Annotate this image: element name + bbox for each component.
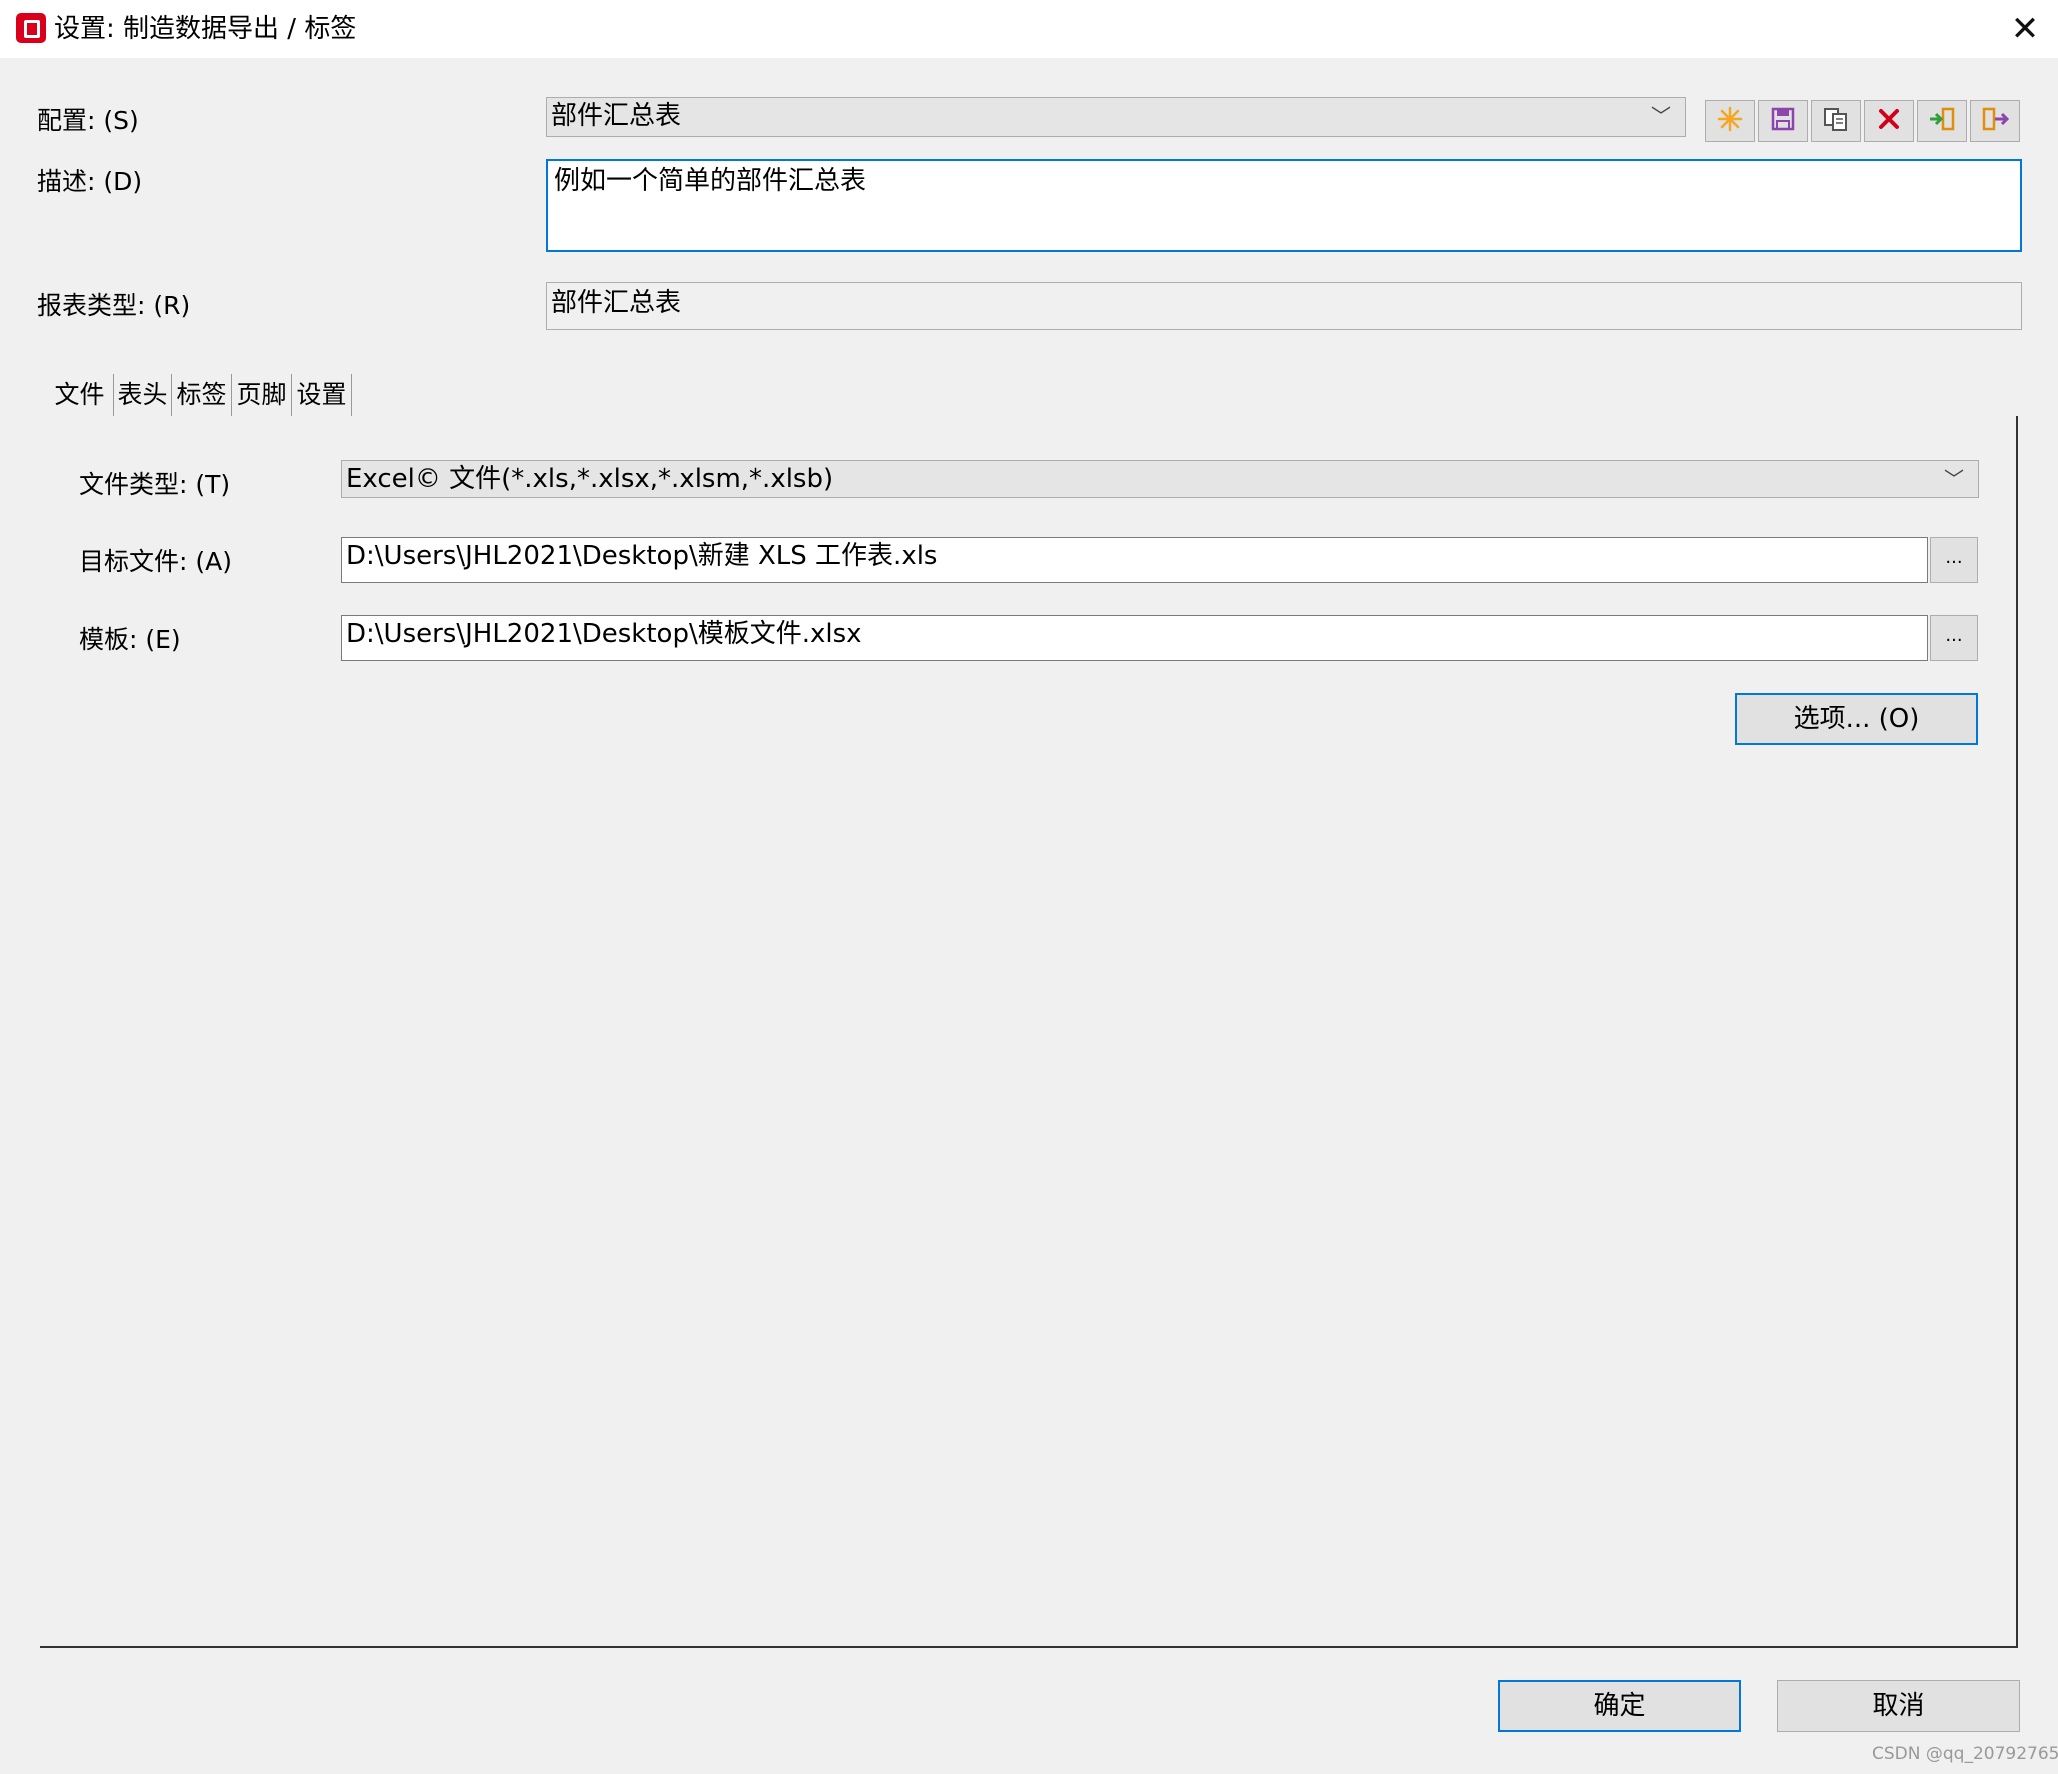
file-tab-panel: [40, 416, 2018, 1648]
tab-header[interactable]: 表头: [114, 374, 172, 416]
tab-footer[interactable]: 页脚: [232, 374, 292, 416]
template-browse-button[interactable]: ...: [1930, 615, 1978, 661]
delete-icon: [1877, 107, 1901, 135]
template-input[interactable]: D:\Users\JHL2021\Desktop\模板文件.xlsx: [341, 615, 1928, 661]
report-type-field: 部件汇总表: [546, 282, 2022, 330]
window-title: 设置: 制造数据导出 / 标签: [54, 14, 357, 44]
file-type-select[interactable]: Excel© 文件(*.xls,*.xlsx,*.xlsm,*.xlsb) ﹀: [341, 460, 1979, 498]
copy-icon: [1822, 106, 1850, 136]
new-icon: [1717, 106, 1743, 136]
report-type-label: 报表类型: (R): [37, 291, 191, 320]
target-file-label: 目标文件: (A): [79, 547, 232, 576]
file-type-value: Excel© 文件(*.xls,*.xlsx,*.xlsm,*.xlsb): [346, 464, 834, 494]
ok-button[interactable]: 确定: [1498, 1680, 1741, 1732]
import-config-button[interactable]: [1917, 100, 1967, 142]
tab-file[interactable]: 文件: [46, 374, 114, 416]
close-icon[interactable]: ✕: [2004, 8, 2046, 50]
description-label: 描述: (D): [37, 167, 143, 196]
export-config-button[interactable]: [1970, 100, 2020, 142]
save-icon: [1770, 106, 1796, 136]
chevron-down-icon: ﹀: [1651, 104, 1671, 128]
template-label: 模板: (E): [79, 625, 181, 654]
target-file-value: D:\Users\JHL2021\Desktop\新建 XLS 工作表.xls: [346, 541, 938, 571]
copy-config-button[interactable]: [1811, 100, 1861, 142]
import-icon: [1928, 106, 1956, 136]
description-field[interactable]: 例如一个简单的部件汇总表: [546, 159, 2022, 252]
report-type-value: 部件汇总表: [551, 288, 682, 318]
tab-settings[interactable]: 设置: [292, 374, 352, 416]
delete-config-button[interactable]: [1864, 100, 1914, 142]
template-value: D:\Users\JHL2021\Desktop\模板文件.xlsx: [346, 619, 862, 649]
cancel-button[interactable]: 取消: [1777, 1680, 2020, 1732]
description-value: 例如一个简单的部件汇总表: [554, 166, 867, 196]
config-label: 配置: (S): [37, 106, 139, 135]
new-config-button[interactable]: [1705, 100, 1755, 142]
chevron-down-icon: ﹀: [1944, 467, 1964, 491]
config-value: 部件汇总表: [551, 101, 682, 131]
options-button[interactable]: 选项... (O): [1735, 693, 1978, 745]
tab-labels[interactable]: 标签: [172, 374, 232, 416]
title-bar: 设置: 制造数据导出 / 标签 ✕: [0, 0, 2058, 58]
watermark: CSDN @qq_20792765: [1872, 1744, 2058, 1764]
config-select[interactable]: 部件汇总表 ﹀: [546, 97, 1686, 137]
app-icon: [16, 13, 46, 43]
file-type-label: 文件类型: (T): [79, 470, 231, 499]
export-icon: [1981, 106, 2010, 136]
target-file-browse-button[interactable]: ...: [1930, 537, 1978, 583]
target-file-input[interactable]: D:\Users\JHL2021\Desktop\新建 XLS 工作表.xls: [341, 537, 1928, 583]
save-config-button[interactable]: [1758, 100, 1808, 142]
